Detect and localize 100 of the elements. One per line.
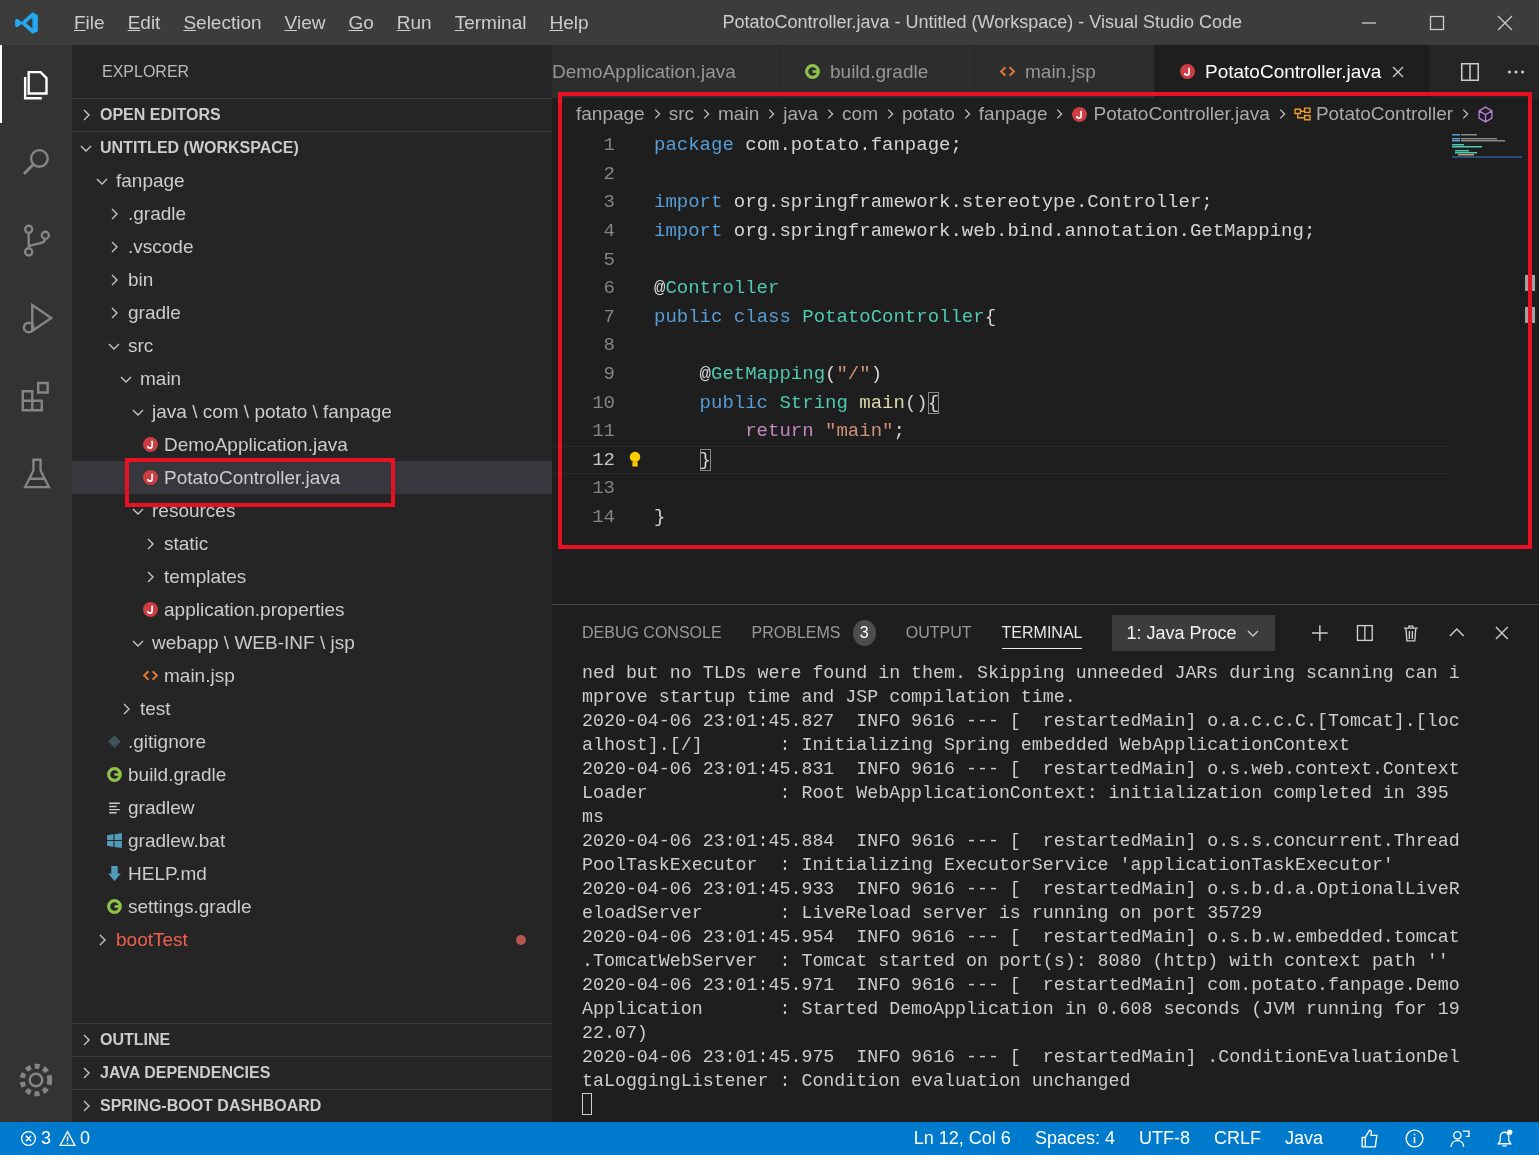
tree-item[interactable]: main.jsp — [72, 659, 552, 692]
menu-item[interactable]: Help — [537, 11, 600, 34]
menu-item[interactable]: Terminal — [442, 11, 538, 34]
split-editor-icon[interactable] — [1459, 60, 1481, 83]
tree-item[interactable]: gradle — [72, 296, 552, 329]
tree-item[interactable]: templates — [72, 560, 552, 593]
section-header[interactable]: UNTITLED (WORKSPACE) — [72, 131, 552, 164]
panel-tab[interactable]: OUTPUT — [905, 617, 972, 649]
tree-item[interactable]: settings.gradle — [72, 890, 552, 923]
line-number: 1 — [602, 134, 615, 157]
tree-item[interactable]: bin — [72, 263, 552, 296]
terminal-line: 2020-04-06 23:01:45.933 INFO 9616 --- [ restartedMain] o.s.b.d.a.OptionalLiveR — [582, 878, 1461, 901]
breadcrumb-item[interactable]: com — [842, 103, 878, 125]
line-number: 7 — [602, 305, 615, 328]
tree-item[interactable]: HELP.md — [72, 857, 552, 890]
menu-item[interactable]: View — [272, 11, 337, 34]
tree-item[interactable]: static — [72, 527, 552, 560]
java-file-icon — [1071, 105, 1089, 123]
breadcrumb-item[interactable]: PotatoController.java — [1093, 103, 1270, 125]
terminal-line: 2020-04-06 23:01:45.954 INFO 9616 --- [ restartedMain] o.s.b.w.embedded.tomcat — [582, 926, 1461, 949]
code-line: return "main"; — [744, 420, 905, 443]
section-header[interactable]: OPEN EDITORS — [72, 98, 552, 131]
lightbulb-icon[interactable] — [627, 450, 642, 470]
line-number: 6 — [602, 277, 615, 300]
breadcrumb-item[interactable]: src — [668, 103, 694, 125]
terminal-line: mprove startup time and JSP compilation time. — [582, 686, 1077, 709]
breadcrumb-item[interactable]: java — [783, 103, 819, 125]
status-item[interactable]: CRLF — [1213, 1128, 1261, 1149]
tree-item[interactable]: webapp \ WEB-INF \ jsp — [72, 626, 552, 659]
status-item[interactable]: Spaces: 4 — [1034, 1128, 1115, 1149]
tree-item[interactable]: .gradle — [72, 197, 552, 230]
menu-item[interactable]: Edit — [115, 11, 172, 34]
status-item[interactable]: Ln 12, Col 6 — [913, 1128, 1011, 1149]
menu-item[interactable]: Run — [384, 11, 443, 34]
code-line: package com.potato.fanpage; — [654, 134, 962, 157]
terminal-line: taLoggingListener : Condition evaluation unchanged — [582, 1070, 1132, 1093]
java-file-icon — [1179, 63, 1196, 80]
breadcrumb-item[interactable]: main — [718, 103, 760, 125]
gradle-file-icon — [105, 898, 123, 915]
line-number: 3 — [602, 191, 615, 214]
line-number: 2 — [602, 162, 615, 185]
person-feedback-icon[interactable] — [1449, 1128, 1470, 1149]
status-item[interactable]: Java — [1284, 1128, 1323, 1149]
tree-item[interactable]: bootTest — [72, 923, 552, 956]
code-line: } — [654, 506, 666, 528]
warnings-status[interactable]: 0 — [59, 1128, 91, 1149]
editor-tab[interactable]: main.jsp — [975, 45, 1155, 98]
breadcrumb-item[interactable]: potato — [901, 103, 955, 125]
terminal-line: Application : Started DemoApplication in 0.608 seconds (JVM running for 19 — [582, 998, 1461, 1021]
tree-item[interactable]: src — [72, 329, 552, 362]
terminal-line: 2020-04-06 23:01:45.975 INFO 9616 --- [ restartedMain] .ConditionEvaluationDel — [582, 1046, 1461, 1069]
line-number: 14 — [591, 506, 615, 528]
gradle-file-icon — [804, 63, 821, 80]
tree-item[interactable]: gradlew — [72, 791, 552, 824]
menu-item[interactable]: Go — [336, 11, 385, 34]
terminal-line: ms — [582, 806, 605, 829]
editor-tab[interactable]: DemoApplication.java — [552, 45, 780, 98]
tree-item[interactable]: build.gradle — [72, 758, 552, 791]
section-header[interactable]: OUTLINE — [72, 1023, 552, 1056]
errors-status[interactable]: 3 — [20, 1128, 51, 1149]
tree-item[interactable]: test — [72, 692, 552, 725]
cube-icon — [1477, 105, 1495, 123]
diamond-icon — [105, 733, 123, 750]
terminal-line: Loader : Root WebApplicationContext: initialization completed in 395 — [582, 782, 1450, 805]
tree-item[interactable]: gradlew.bat — [72, 824, 552, 857]
panel-tab[interactable]: TERMINAL — [1001, 617, 1083, 649]
error-dot-icon — [516, 934, 526, 945]
panel-tab[interactable]: DEBUG CONSOLE — [582, 617, 722, 649]
code-line: public class PotatoController{ — [654, 305, 997, 328]
menu-item[interactable]: File — [62, 11, 116, 34]
section-header[interactable]: JAVA DEPENDENCIES — [72, 1056, 552, 1089]
editor-tab[interactable]: build.gradle — [780, 45, 975, 98]
window-title: PotatoController.java - Untitled (Workspace) - Visual Studio Code — [721, 12, 1244, 33]
split-terminal-icon[interactable] — [1355, 622, 1375, 644]
menu-item[interactable]: Selection — [171, 11, 273, 34]
tree-item[interactable]: PotatoController.java — [72, 461, 552, 494]
code-line: import org.springframework.web.bind.annotation.GetMapping; — [654, 220, 1316, 243]
terminal-dropdown[interactable]: 1: Java Proce — [1112, 615, 1275, 651]
tree-item[interactable]: application.properties — [72, 593, 552, 626]
tree-item[interactable]: main — [72, 362, 552, 395]
info-icon[interactable] — [1404, 1128, 1425, 1149]
thumbs-up-icon[interactable] — [1359, 1128, 1380, 1149]
terminal-line: ned but no TLDs were found in them. Skipping unneeded JARs during scanning can i — [582, 662, 1461, 685]
breadcrumb-item[interactable]: fanpage — [576, 103, 645, 125]
code-line: @Controller — [654, 277, 780, 300]
tree-item[interactable]: java \ com \ potato \ fanpage — [72, 395, 552, 428]
tree-item[interactable]: .gitignore — [72, 725, 552, 758]
panel-tab[interactable]: PROBLEMS — [751, 617, 841, 649]
line-number: 8 — [602, 334, 615, 357]
status-item[interactable]: UTF-8 — [1138, 1128, 1190, 1149]
plus-icon[interactable] — [1309, 622, 1330, 644]
tree-item[interactable]: DemoApplication.java — [72, 428, 552, 461]
breadcrumb-item[interactable]: fanpage — [978, 103, 1048, 125]
breadcrumb-item[interactable]: PotatoController — [1315, 103, 1454, 125]
tree-item[interactable]: resources — [72, 494, 552, 527]
windows-icon — [105, 832, 123, 849]
editor-tab[interactable]: PotatoController.java — [1155, 45, 1432, 98]
tree-item[interactable]: .vscode — [72, 230, 552, 263]
terminal-line: .TomcatWebServer : Tomcat started on port(s): 8080 (http) with context path '' — [582, 950, 1450, 973]
tree-item[interactable]: fanpage — [72, 164, 552, 197]
